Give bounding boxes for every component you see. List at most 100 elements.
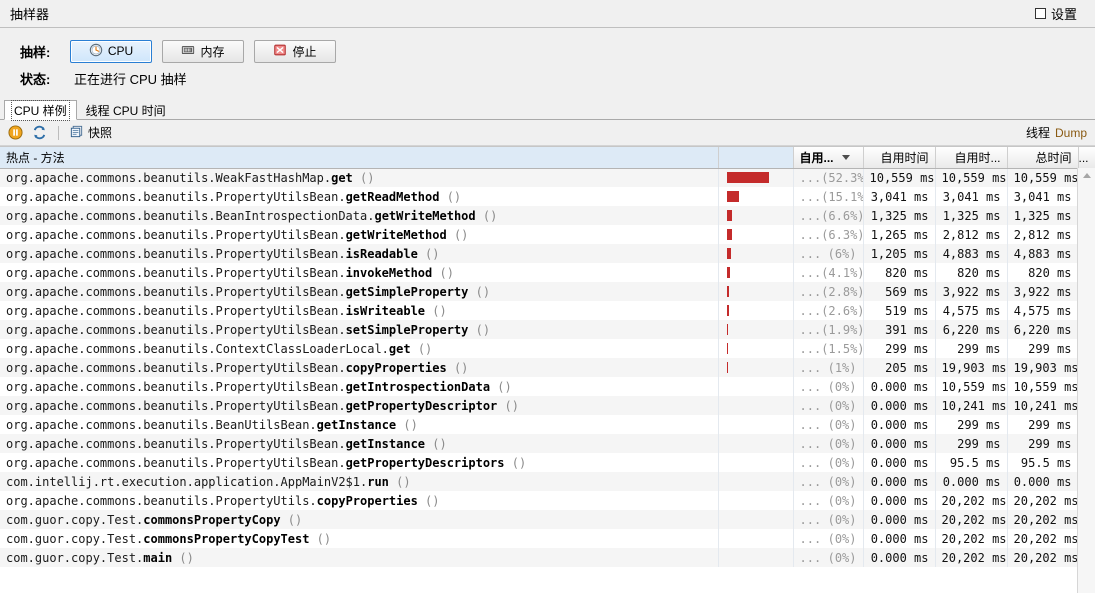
cell-self-bar: [718, 320, 794, 339]
cell-self-pct: ... (0%): [793, 415, 864, 434]
stop-button-label: 停止: [292, 44, 317, 59]
table-row[interactable]: org.apache.commons.beanutils.PropertyUti…: [0, 491, 1095, 510]
method-parens: (): [309, 531, 332, 546]
cell-self-pct-value: (0%): [827, 455, 857, 470]
snapshot-button[interactable]: 快照: [69, 124, 112, 142]
table-row[interactable]: org.apache.commons.beanutils.PropertyUti…: [0, 453, 1095, 472]
column-header-self-pct[interactable]: 自用...: [793, 147, 864, 169]
table-row[interactable]: org.apache.commons.beanutils.PropertyUti…: [0, 225, 1095, 244]
column-header-self-time[interactable]: 自用时间: [863, 147, 936, 169]
method-name: getReadMethod: [345, 189, 440, 204]
cell-self-pct: ... (1%): [793, 358, 864, 377]
thread-dump-link[interactable]: Dump: [1055, 126, 1087, 140]
cell-self-pct-value: (1.5%): [821, 341, 863, 356]
column-header-bar[interactable]: [718, 147, 794, 169]
scroll-up-button[interactable]: [1078, 168, 1095, 182]
table-row[interactable]: org.apache.commons.beanutils.WeakFastHas…: [0, 168, 1095, 187]
cell-self-pct: ... (0%): [793, 396, 864, 415]
cell-method: org.apache.commons.beanutils.PropertyUti…: [0, 282, 719, 301]
cpu-button[interactable]: CPU: [70, 39, 152, 63]
cell-self-time-2: 6,220 ms: [935, 320, 1008, 339]
method-name: invokeMethod: [345, 265, 433, 280]
settings-label: 设置: [1050, 7, 1077, 22]
settings-toggle[interactable]: 设置: [1034, 4, 1087, 23]
cell-self-time-2: 3,922 ms: [935, 282, 1008, 301]
method-package: com.guor.copy.Test.: [6, 531, 144, 546]
method-package: org.apache.commons.beanutils.PropertyUti…: [6, 398, 346, 413]
method-name: getInstance: [345, 436, 426, 451]
table-vertical-scrollbar[interactable]: [1077, 168, 1095, 593]
cell-method: org.apache.commons.beanutils.PropertyUti…: [0, 396, 719, 415]
tab-cpu-samples[interactable]: CPU 样例: [4, 99, 77, 121]
cell-total-time: 299 ms: [1007, 434, 1079, 453]
table-row[interactable]: com.guor.copy.Test.commonsPropertyCopyTe…: [0, 529, 1095, 548]
table-row[interactable]: org.apache.commons.beanutils.PropertyUti…: [0, 282, 1095, 301]
method-package: org.apache.commons.beanutils.PropertyUti…: [6, 303, 346, 318]
pause-icon[interactable]: [6, 124, 24, 142]
cell-self-time: 0.000 ms: [863, 434, 936, 453]
cell-total-time: 6,220 ms: [1007, 320, 1079, 339]
table-row[interactable]: org.apache.commons.beanutils.PropertyUti…: [0, 263, 1095, 282]
cell-self-time-2: 19,903 ms: [935, 358, 1008, 377]
cell-self-pct-value: (0%): [827, 436, 857, 451]
column-header-method[interactable]: 热点 - 方法: [0, 147, 719, 169]
cell-self-time: 0.000 ms: [863, 548, 936, 567]
cell-total-time: 3,041 ms: [1007, 187, 1079, 206]
cell-total-time: 0.000 ms: [1007, 472, 1079, 491]
method-parens: (): [446, 227, 469, 242]
method-parens: (): [417, 493, 440, 508]
table-row[interactable]: org.apache.commons.beanutils.PropertyUti…: [0, 301, 1095, 320]
table-header: 热点 - 方法 自用... 自用时间 自用时... 总时间 ...: [0, 147, 1095, 169]
cell-self-bar: [718, 244, 794, 263]
cell-self-pct: ... (0%): [793, 510, 864, 529]
sampling-row: 抽样: CPU 内存 停止: [0, 38, 1095, 64]
table-row[interactable]: org.apache.commons.beanutils.PropertyUti…: [0, 377, 1095, 396]
refresh-icon[interactable]: [30, 124, 48, 142]
column-header-self-pct-label: 自用...: [799, 150, 834, 165]
table-row[interactable]: org.apache.commons.beanutils.PropertyUti…: [0, 244, 1095, 263]
cell-self-time: 3,041 ms: [863, 187, 936, 206]
cell-self-pct-value: (0%): [827, 398, 857, 413]
column-header-total-time[interactable]: 总时间: [1007, 147, 1079, 169]
mode-button-group: CPU 内存 停止: [70, 39, 336, 63]
cell-self-pct-value: (0%): [827, 474, 857, 489]
table-row[interactable]: org.apache.commons.beanutils.PropertyUti…: [0, 358, 1095, 377]
cell-total-time: 20,202 ms: [1007, 548, 1079, 567]
cell-method: org.apache.commons.beanutils.PropertyUti…: [0, 358, 719, 377]
method-name: getIntrospectionData: [345, 379, 491, 394]
table-row[interactable]: com.intellij.rt.execution.application.Ap…: [0, 472, 1095, 491]
method-parens: (): [396, 417, 418, 432]
table-row[interactable]: org.apache.commons.beanutils.PropertyUti…: [0, 434, 1095, 453]
stop-button[interactable]: 停止: [254, 39, 336, 63]
table-row[interactable]: org.apache.commons.beanutils.BeanIntrosp…: [0, 206, 1095, 225]
cell-self-bar: [718, 453, 794, 472]
table-row[interactable]: com.guor.copy.Test.commonsPropertyCopy (…: [0, 510, 1095, 529]
cell-self-time: 0.000 ms: [863, 472, 936, 491]
settings-checkbox[interactable]: [1034, 8, 1046, 19]
method-package: org.apache.commons.beanutils.PropertyUti…: [6, 493, 317, 508]
cell-self-pct-value: (52.3%): [821, 170, 862, 185]
table-row[interactable]: org.apache.commons.beanutils.PropertyUti…: [0, 187, 1095, 206]
table-row[interactable]: org.apache.commons.beanutils.BeanUtilsBe…: [0, 415, 1095, 434]
self-time-bar: [726, 286, 729, 297]
cell-self-pct-value: (4.1%): [821, 265, 863, 280]
self-time-bar: [726, 324, 729, 335]
memory-button[interactable]: 内存: [162, 39, 244, 63]
cell-method: org.apache.commons.beanutils.PropertyUti…: [0, 301, 719, 320]
cell-self-pct: ... (0%): [793, 491, 864, 510]
table-row[interactable]: org.apache.commons.beanutils.PropertyUti…: [0, 320, 1095, 339]
method-name: setSimpleProperty: [345, 322, 469, 337]
table-row[interactable]: org.apache.commons.beanutils.PropertyUti…: [0, 396, 1095, 415]
column-header-self-time-2[interactable]: 自用时...: [935, 147, 1008, 169]
cell-self-pct: ... (4.1%): [793, 263, 864, 282]
method-parens: (): [475, 208, 498, 223]
cell-total-time: 4,883 ms: [1007, 244, 1079, 263]
tab-thread-cpu-time[interactable]: 线程 CPU 时间: [77, 100, 175, 120]
cell-self-time-2: 20,202 ms: [935, 529, 1008, 548]
method-package: org.apache.commons.beanutils.PropertyUti…: [6, 436, 346, 451]
sort-descending-icon: [841, 154, 850, 160]
table-row[interactable]: org.apache.commons.beanutils.ContextClas…: [0, 339, 1095, 358]
table-row[interactable]: com.guor.copy.Test.main ()... (0%) 0.000 m…: [0, 548, 1095, 567]
column-header-total-time-2[interactable]: 总时间 ...: [1078, 147, 1095, 169]
self-time-bar: [726, 362, 728, 373]
